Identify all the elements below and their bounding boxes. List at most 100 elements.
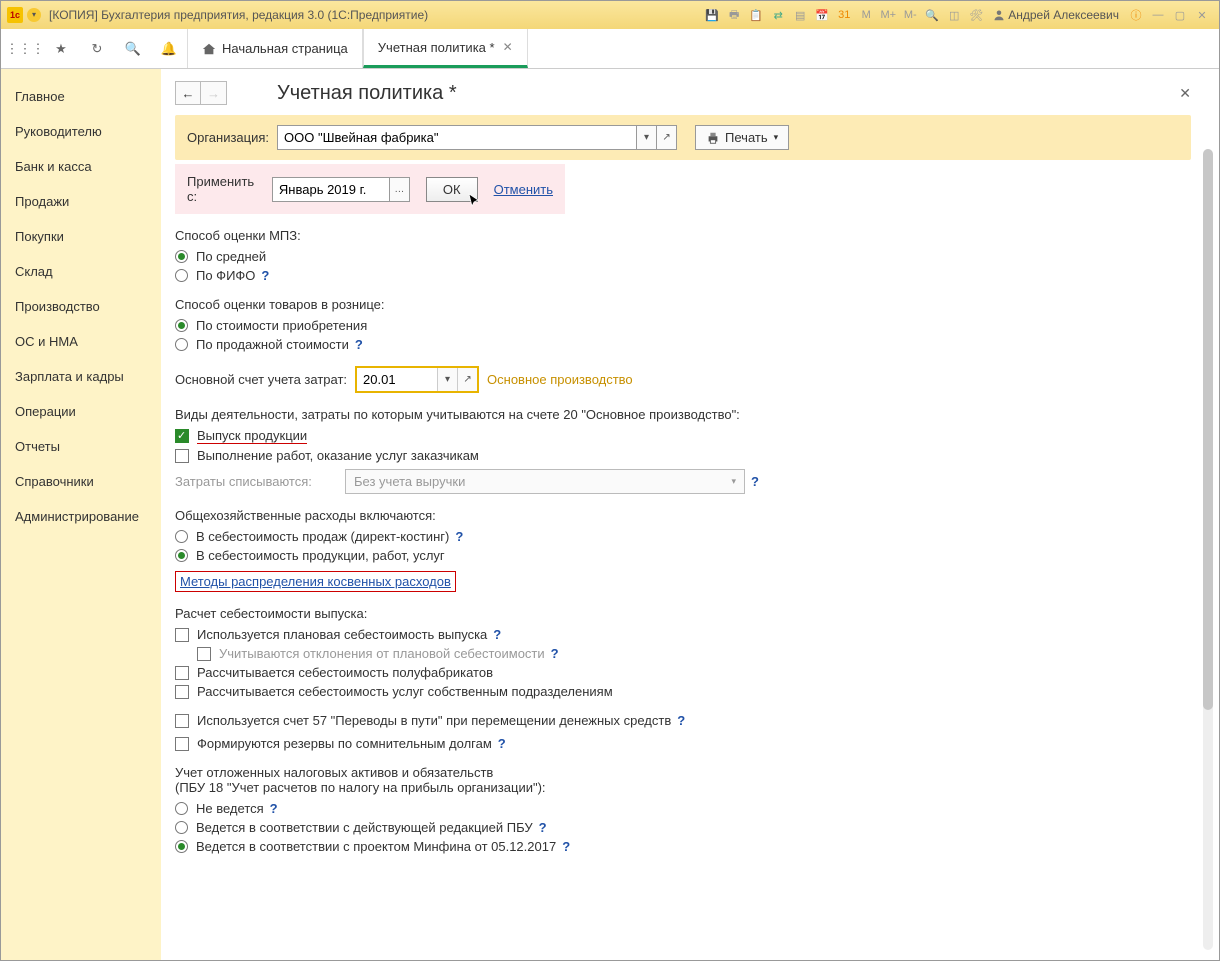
compare-icon[interactable]: ⇄ <box>769 6 787 24</box>
org-input[interactable] <box>277 125 637 150</box>
radio-retail-sale[interactable]: По продажной стоимости? <box>175 337 1191 352</box>
memory-m[interactable]: M <box>857 6 875 24</box>
history-icon[interactable]: ↻ <box>79 29 115 68</box>
sidebar-item-hr[interactable]: Зарплата и кадры <box>1 359 161 394</box>
org-dropdown-icon[interactable]: ▾ <box>637 125 657 150</box>
help-icon[interactable]: ? <box>539 820 547 835</box>
memory-mplus[interactable]: M+ <box>879 6 897 24</box>
org-label: Организация: <box>187 130 269 145</box>
zoom-icon[interactable]: 🔍 <box>923 6 941 24</box>
radio-retail-cost[interactable]: По стоимости приобретения <box>175 318 1191 333</box>
cursor-icon <box>467 193 483 209</box>
radio-mpz-average[interactable]: По средней <box>175 249 1191 264</box>
tab-accounting-policy[interactable]: Учетная политика * ✕ <box>363 29 528 68</box>
apply-input[interactable] <box>272 177 390 202</box>
nav-forward-button[interactable]: → <box>201 81 227 105</box>
sidebar-item-admin[interactable]: Администрирование <box>1 499 161 534</box>
help-icon[interactable]: ? <box>355 337 363 352</box>
nav-back-button[interactable]: ← <box>175 81 201 105</box>
info-icon[interactable]: ⓘ <box>1127 6 1145 24</box>
close-window-icon[interactable]: ✕ <box>1193 6 1211 24</box>
home-icon <box>202 42 216 56</box>
mpz-head: Способ оценки МПЗ: <box>175 228 1191 243</box>
writeoff-label: Затраты списываются: <box>175 474 345 489</box>
maximize-icon[interactable]: ▢ <box>1171 6 1189 24</box>
search-icon[interactable]: 🔍 <box>115 29 151 68</box>
check-reserves[interactable]: Формируются резервы по сомнительным долг… <box>175 736 1191 751</box>
help-icon[interactable]: ? <box>493 627 501 642</box>
apply-picker-icon[interactable]: … <box>390 177 410 202</box>
sidebar-item-warehouse[interactable]: Склад <box>1 254 161 289</box>
radio-pbu-none[interactable]: Не ведется? <box>175 801 1191 816</box>
tab-close-icon[interactable]: ✕ <box>503 40 513 54</box>
clipboard-icon[interactable]: 📋 <box>747 6 765 24</box>
radio-overhead-prod[interactable]: В себестоимость продукции, работ, услуг <box>175 548 1191 563</box>
sidebar: Главное Руководителю Банк и касса Продаж… <box>1 69 161 960</box>
close-page-icon[interactable]: ✕ <box>1179 85 1191 102</box>
app-menu-icon[interactable]: ▾ <box>27 8 41 22</box>
radio-mpz-fifo[interactable]: По ФИФО? <box>175 268 1191 283</box>
sidebar-item-operations[interactable]: Операции <box>1 394 161 429</box>
printer-icon <box>706 131 720 145</box>
scrollbar-thumb[interactable] <box>1203 149 1213 710</box>
help-icon[interactable]: ? <box>677 713 685 728</box>
sidebar-item-bank[interactable]: Банк и касса <box>1 149 161 184</box>
calendar-icon[interactable]: 📅 <box>813 6 831 24</box>
print-icon[interactable]: 🖶 <box>725 6 743 24</box>
pbu-head1: Учет отложенных налоговых активов и обяз… <box>175 765 1191 780</box>
writeoff-dropdown[interactable]: Без учета выручки▾ <box>345 469 745 494</box>
sidebar-item-sales[interactable]: Продажи <box>1 184 161 219</box>
calendar-day-icon[interactable]: 31 <box>835 6 853 24</box>
help-icon[interactable]: ? <box>551 646 559 661</box>
help-icon[interactable]: ? <box>270 801 278 816</box>
help-icon[interactable]: ? <box>455 529 463 544</box>
cancel-link[interactable]: Отменить <box>494 182 553 197</box>
sidebar-item-reports[interactable]: Отчеты <box>1 429 161 464</box>
sidebar-item-assets[interactable]: ОС и НМА <box>1 324 161 359</box>
settings-icon[interactable]: 🛠 <box>967 6 985 24</box>
sidebar-item-purchases[interactable]: Покупки <box>1 219 161 254</box>
methods-link[interactable]: Методы распределения косвенных расходов <box>180 574 451 589</box>
user-label[interactable]: Андрей Алексеевич <box>993 8 1119 22</box>
radio-overhead-direct[interactable]: В себестоимость продаж (директ-костинг)? <box>175 529 1191 544</box>
bell-icon[interactable]: 🔔 <box>151 29 187 68</box>
check-acc57[interactable]: Используется счет 57 "Переводы в пути" п… <box>175 713 1191 728</box>
check-services[interactable]: Выполнение работ, оказание услуг заказчи… <box>175 448 1191 463</box>
retail-head: Способ оценки товаров в рознице: <box>175 297 1191 312</box>
apps-icon[interactable]: ⋮⋮⋮ <box>7 29 43 68</box>
check-own-services[interactable]: Рассчитывается себестоимость услуг собст… <box>175 684 1191 699</box>
radio-pbu-draft[interactable]: Ведется в соответствии с проектом Минфин… <box>175 839 1191 854</box>
favorite-icon[interactable]: ★ <box>43 29 79 68</box>
check-semi[interactable]: Рассчитывается себестоимость полуфабрика… <box>175 665 1191 680</box>
save-icon[interactable]: 💾 <box>703 6 721 24</box>
minimize-icon[interactable]: — <box>1149 6 1167 24</box>
check-output[interactable]: Выпуск продукции <box>175 428 1191 444</box>
scrollbar[interactable] <box>1203 149 1213 950</box>
sidebar-item-main[interactable]: Главное <box>1 79 161 114</box>
help-icon[interactable]: ? <box>562 839 570 854</box>
print-button[interactable]: Печать ▾ <box>695 125 789 150</box>
help-icon[interactable]: ? <box>751 474 759 489</box>
help-icon[interactable]: ? <box>261 268 269 283</box>
app-logo: 1c <box>7 7 23 23</box>
org-open-icon[interactable]: ↗ <box>657 125 677 150</box>
content: ← → Учетная политика * ✕ Организация: ▾ … <box>161 69 1219 960</box>
account-open-icon[interactable]: ↗ <box>457 368 477 391</box>
tab-home[interactable]: Начальная страница <box>187 29 363 68</box>
memory-mminus[interactable]: M- <box>901 6 919 24</box>
ok-button[interactable]: ОК <box>426 177 478 202</box>
account-input[interactable] <box>357 368 437 391</box>
calc-icon[interactable]: ▤ <box>791 6 809 24</box>
cost-head: Расчет себестоимости выпуска: <box>175 606 1191 621</box>
pbu-head2: (ПБУ 18 "Учет расчетов по налогу на приб… <box>175 780 1191 795</box>
sidebar-item-catalogs[interactable]: Справочники <box>1 464 161 499</box>
tabstrip: ⋮⋮⋮ ★ ↻ 🔍 🔔 Начальная страница Учетная п… <box>1 29 1219 69</box>
sidebar-item-manager[interactable]: Руководителю <box>1 114 161 149</box>
check-deviations[interactable]: Учитываются отклонения от плановой себес… <box>197 646 1191 661</box>
help-icon[interactable]: ? <box>498 736 506 751</box>
radio-pbu-std[interactable]: Ведется в соответствии с действующей ред… <box>175 820 1191 835</box>
check-planned-cost[interactable]: Используется плановая себестоимость выпу… <box>175 627 1191 642</box>
sidebar-item-production[interactable]: Производство <box>1 289 161 324</box>
panel-icon[interactable]: ◫ <box>945 6 963 24</box>
account-dropdown-icon[interactable]: ▾ <box>437 368 457 391</box>
